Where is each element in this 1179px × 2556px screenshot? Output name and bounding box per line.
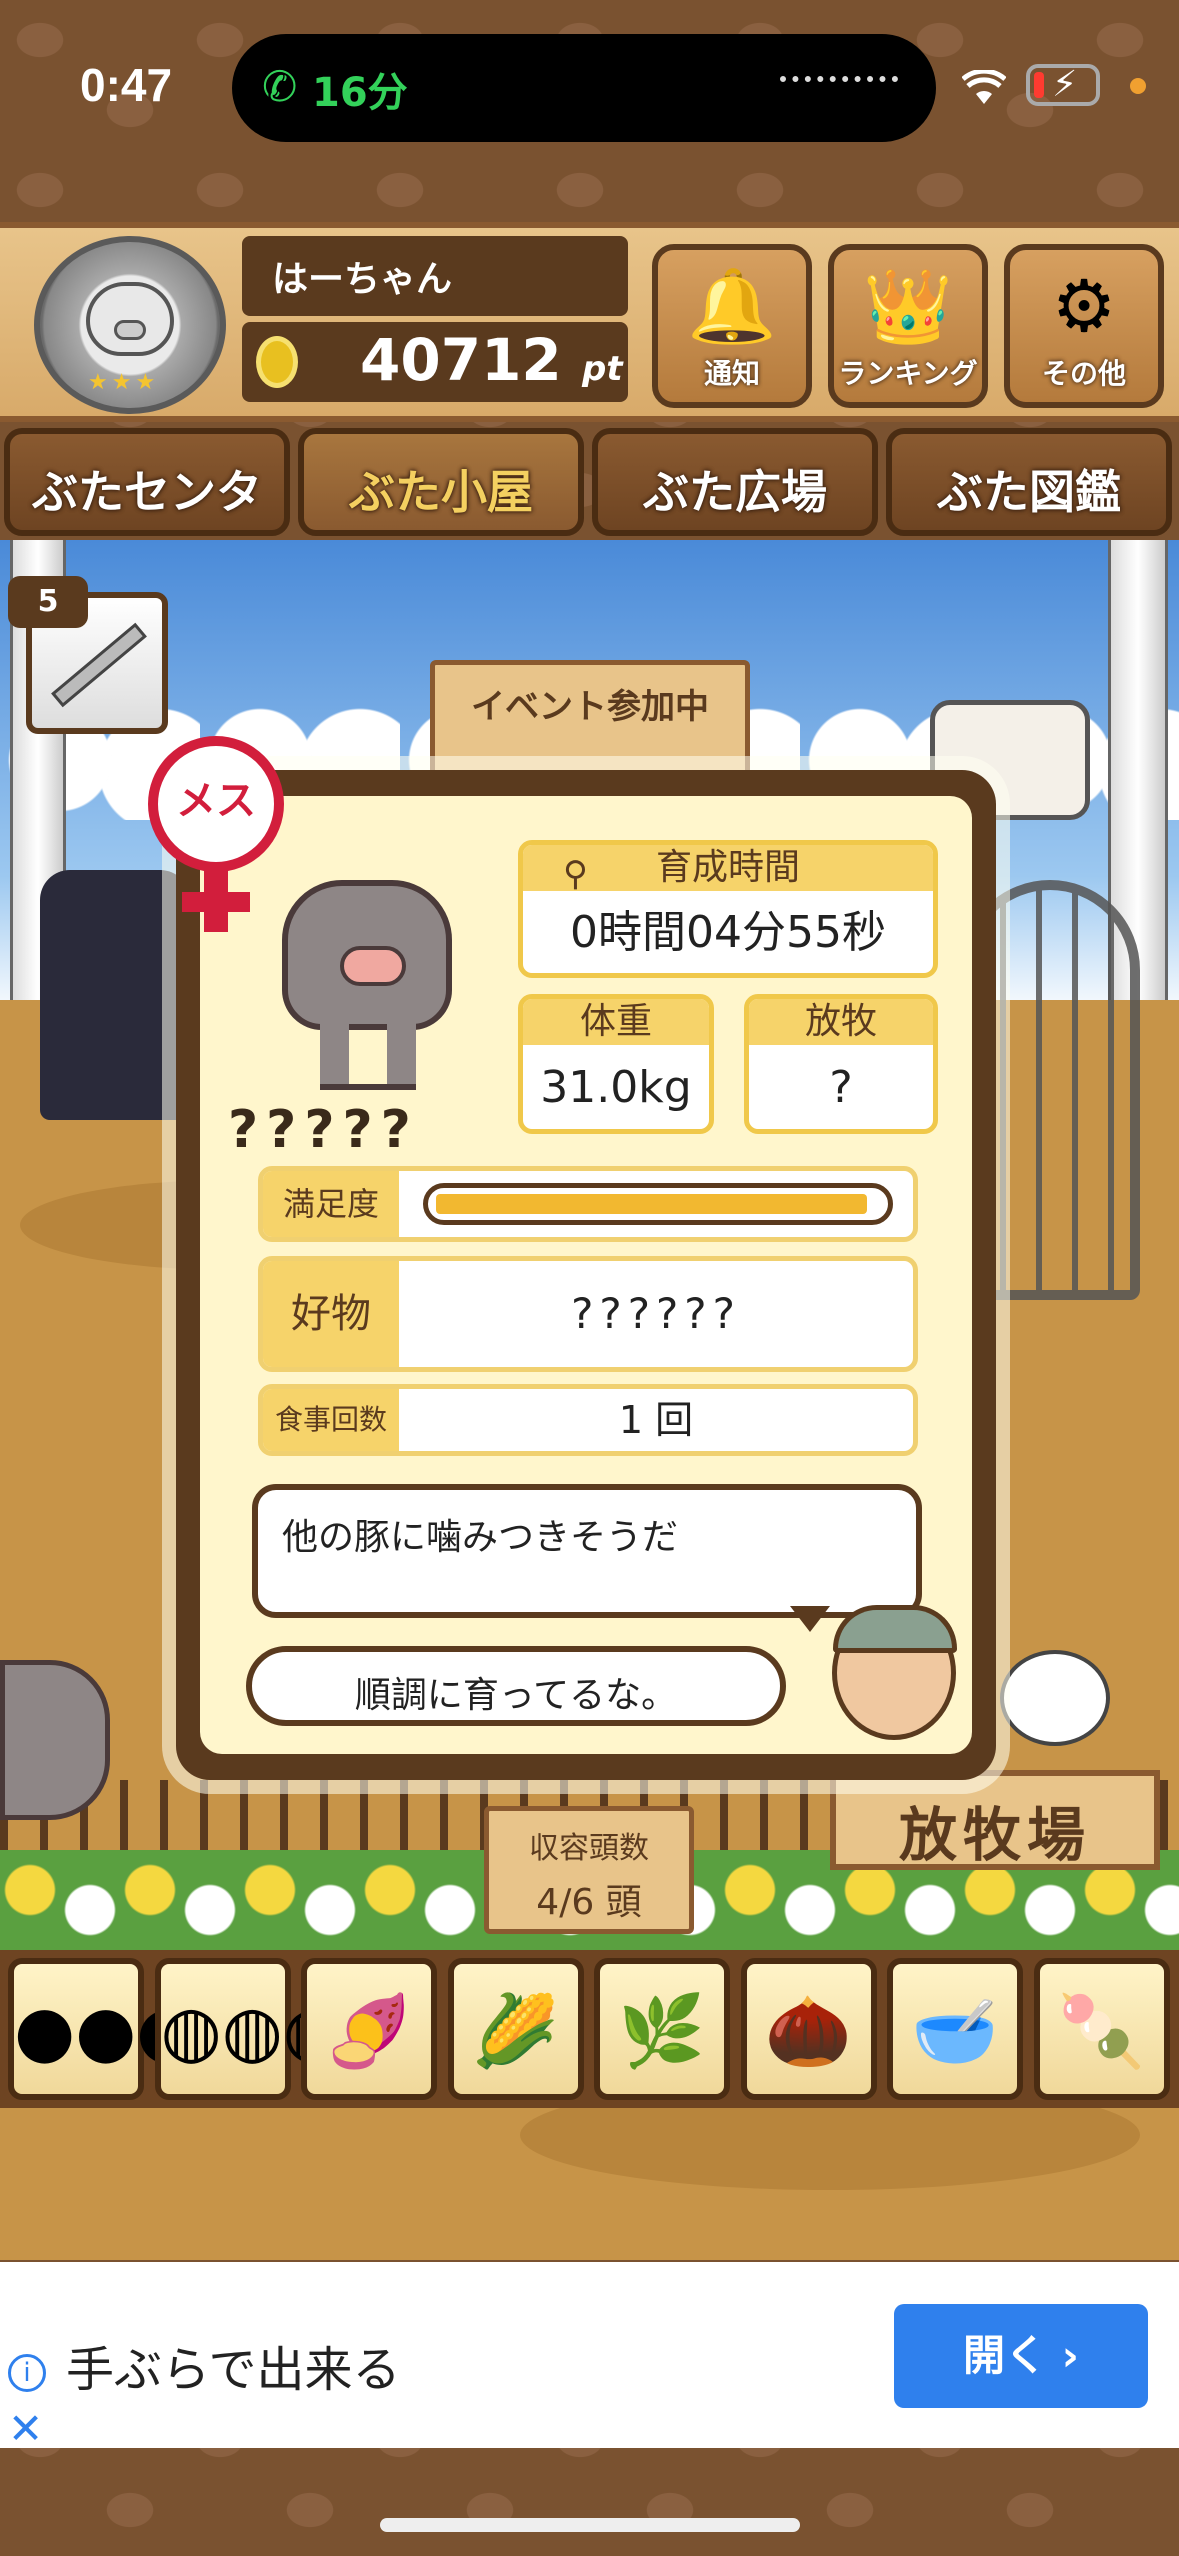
ad-text: 手ぶらで出来る xyxy=(66,2342,401,2398)
growth-time-value: 0時間04分55秒 xyxy=(570,907,886,958)
pig-face-icon xyxy=(86,282,174,356)
home-indicator[interactable] xyxy=(380,2518,800,2532)
tab-buta-hiroba[interactable]: ぶた広場 xyxy=(592,428,878,536)
bowl-feed-icon: 🥣 xyxy=(911,1990,999,2072)
grain-pile-icon: ◍◍◍ xyxy=(160,1990,344,2072)
satisfaction-row: 満足度 xyxy=(258,1166,918,1242)
pig-portrait xyxy=(282,880,452,1030)
satisfaction-bar xyxy=(423,1183,893,1225)
feed-slot[interactable]: 🍠 xyxy=(301,1958,437,2100)
farmer-avatar xyxy=(832,1605,957,1740)
soybean-icon: 🌿 xyxy=(618,1990,706,2072)
feed-slot[interactable]: 🌰 xyxy=(740,1958,877,2100)
other-button[interactable]: ⚙ その他 xyxy=(1004,244,1164,408)
crown-icon: 👑 xyxy=(863,264,953,348)
notify-button[interactable]: 🔔 通知 xyxy=(652,244,812,408)
growth-time-box: ⚲ 育成時間 0時間04分55秒 xyxy=(518,840,938,978)
meal-count-row: 食事回数 1 回 xyxy=(258,1384,918,1456)
points-unit: pt xyxy=(582,349,623,389)
corn-cob-icon: 🌽 xyxy=(471,1990,560,2072)
info-icon[interactable]: i xyxy=(8,2354,46,2392)
feed-slot[interactable]: ●●● xyxy=(8,1958,198,2100)
weight-box: 体重 31.0kg xyxy=(518,994,714,1134)
pig-legs xyxy=(320,1020,416,1090)
grazing-box: 放牧 ? xyxy=(744,994,938,1134)
timer-icon: ⚲ xyxy=(563,854,588,894)
feed-slot[interactable]: 🥣 xyxy=(887,1958,1023,2100)
favorite-food-value: ?????? xyxy=(571,1289,741,1338)
tab-buta-koya[interactable]: ぶた小屋 xyxy=(298,428,584,536)
cameraman-character xyxy=(40,870,190,1120)
wifi-icon xyxy=(961,68,1007,106)
farmer-speech-bubble: 順調に育ってるな。 xyxy=(246,1646,786,1726)
battery-icon: ⚡ xyxy=(1026,64,1100,106)
player-points: 40712 pt xyxy=(360,326,623,394)
tab-buta-center[interactable]: ぶたセンター xyxy=(4,428,290,585)
female-icon: メス xyxy=(148,736,284,872)
bird-character xyxy=(1000,1650,1110,1746)
grazing-value: ? xyxy=(829,1062,853,1113)
ranking-button[interactable]: 👑 ランキング xyxy=(828,244,988,408)
capacity-sign: 収容頭数 4/6 頭 xyxy=(484,1806,694,1934)
feed-slot[interactable]: 🌽 xyxy=(447,1958,584,2100)
feed-slot[interactable]: ◍◍◍ xyxy=(154,1958,344,2100)
status-time: 0:47 xyxy=(80,59,173,111)
satisfaction-fill xyxy=(436,1194,867,1214)
syringe-count: 5 xyxy=(8,576,88,628)
event-sign[interactable]: イベント参加中 xyxy=(430,660,750,780)
call-duration: 16分 xyxy=(312,70,408,116)
coin-icon xyxy=(256,336,298,388)
acorn-icon: 🌰 xyxy=(764,1990,853,2072)
bell-icon: 🔔 xyxy=(687,264,777,348)
tab-buta-zukan[interactable]: ぶた図鑑 xyxy=(886,428,1172,536)
meal-count-value: 1 回 xyxy=(618,1398,694,1442)
meatball-plate-icon: 🍡 xyxy=(1057,1990,1146,2072)
bubble-tail xyxy=(790,1606,830,1632)
favorite-food-row: 好物 ?????? xyxy=(258,1256,918,1372)
feed-slot[interactable]: 🌿 xyxy=(594,1958,730,2100)
feed-slot[interactable]: 🍡 xyxy=(1033,1958,1170,2100)
corn-pile-icon: ●●● xyxy=(14,1990,198,2072)
female-symbol-bar xyxy=(182,892,250,912)
waveform-icon xyxy=(780,76,898,86)
close-icon[interactable]: ✕ xyxy=(8,2404,43,2453)
pig-thought-bubble: 他の豚に噛みつきそうだ xyxy=(252,1484,922,1618)
player-avatar[interactable]: ★★★ xyxy=(34,236,226,414)
pig-name: ????? xyxy=(228,1100,419,1160)
syringe-icon xyxy=(51,622,147,708)
player-name: はーちゃん xyxy=(272,259,453,300)
recording-indicator xyxy=(1130,78,1146,94)
ad-open-button[interactable]: 開く › xyxy=(894,2304,1148,2408)
pig-character[interactable] xyxy=(0,1660,110,1820)
gear-icon: ⚙ xyxy=(1051,264,1117,348)
sweet-potato-icon: 🍠 xyxy=(325,1990,413,2072)
pasture-sign[interactable]: 放牧場 xyxy=(830,1770,1160,1870)
weight-value: 31.0kg xyxy=(540,1062,692,1113)
phone-icon: ✆ xyxy=(262,62,298,111)
rank-stars-icon: ★★★ xyxy=(88,370,160,395)
